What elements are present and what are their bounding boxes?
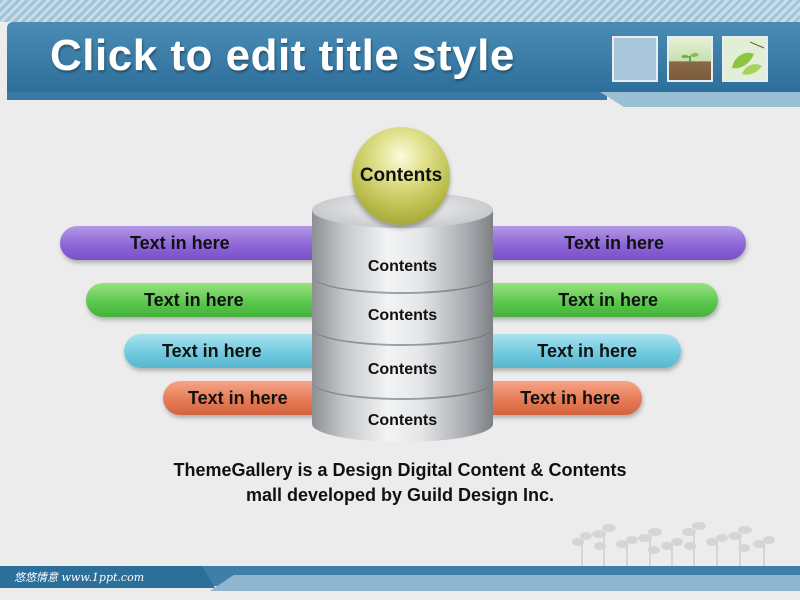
sprout-icon [681,52,699,66]
title-underline-accent [600,92,800,107]
left-bar-3-label: Text in here [162,341,262,361]
title-underline [7,92,607,100]
plants-decoration-icon [572,522,775,570]
bottom-band-accent [210,575,800,591]
top-stripe [0,0,800,22]
right-bar-2-label: Text in here [558,290,658,310]
right-bar-1-label: Text in here [564,233,664,253]
caption-line-1: ThemeGallery is a Design Digital Content… [173,460,627,480]
cylinder-layer-3-label[interactable]: Contents [312,361,493,379]
thumbnail-plain [612,36,658,82]
right-bar-4-label: Text in here [520,388,620,408]
cylinder-layer-1-label[interactable]: Contents [312,258,493,276]
leaves-icon [732,41,765,75]
left-bar-2-label: Text in here [144,290,244,310]
caption[interactable]: ThemeGallery is a Design Digital Content… [100,458,700,508]
caption-line-2: mall developed by Guild Design Inc. [245,485,555,505]
left-bar-1-label: Text in here [130,233,230,253]
cylinder-body [312,210,493,442]
thumbnail-sprout-image [667,36,713,82]
left-bar-4-label: Text in here [188,388,288,408]
footer-text: 悠悠情意 www.1ppt.com [14,571,145,584]
right-bar-3-label: Text in here [537,341,637,361]
cylinder-layer-4-label[interactable]: Contents [312,412,493,430]
slide-title[interactable]: Click to edit title style [50,31,515,81]
cylinder-layer-2-label[interactable]: Contents [312,307,493,325]
thumbnail-leaves-image [722,36,768,82]
top-sphere[interactable]: Contents [352,127,450,225]
top-sphere-label: Contents [359,165,443,186]
